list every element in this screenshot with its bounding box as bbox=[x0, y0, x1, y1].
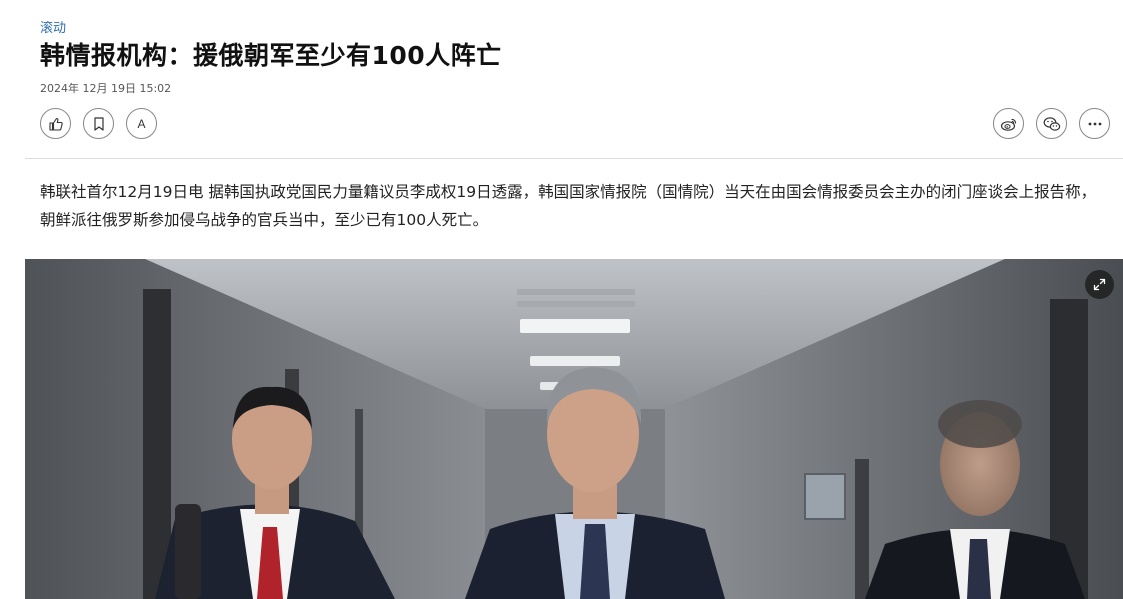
header-divider bbox=[25, 158, 1123, 159]
font-size-icon: A bbox=[137, 116, 146, 131]
category-link[interactable]: 滚动 bbox=[40, 17, 66, 36]
more-button[interactable] bbox=[1079, 108, 1110, 139]
corridor-photo-illustration bbox=[25, 259, 1123, 599]
bookmark-button[interactable] bbox=[83, 108, 114, 139]
more-icon bbox=[1088, 122, 1101, 125]
article-title: 韩情报机构：援俄朝军至少有100人阵亡 bbox=[40, 41, 502, 70]
publish-date: 2024年 12月 19日 15:02 bbox=[40, 82, 172, 95]
expand-image-button[interactable] bbox=[1085, 270, 1114, 299]
weibo-icon bbox=[1000, 118, 1016, 131]
wechat-icon bbox=[1043, 116, 1060, 131]
bookmark-icon bbox=[93, 116, 104, 131]
article-lead-paragraph: 韩联社首尔12月19日电 据韩国执政党国民力量籍议员李成权19日透露，韩国国家情… bbox=[40, 183, 1097, 229]
weibo-share-button[interactable] bbox=[993, 108, 1024, 139]
font-size-button[interactable]: A bbox=[126, 108, 157, 139]
wechat-share-button[interactable] bbox=[1036, 108, 1067, 139]
like-button[interactable] bbox=[40, 108, 71, 139]
article-page: 滚动 韩情报机构：援俄朝军至少有100人阵亡 2024年 12月 19日 15:… bbox=[0, 0, 1123, 599]
news-photo[interactable] bbox=[25, 259, 1123, 599]
expand-icon bbox=[1093, 278, 1106, 291]
thumbs-up-icon bbox=[48, 117, 63, 131]
